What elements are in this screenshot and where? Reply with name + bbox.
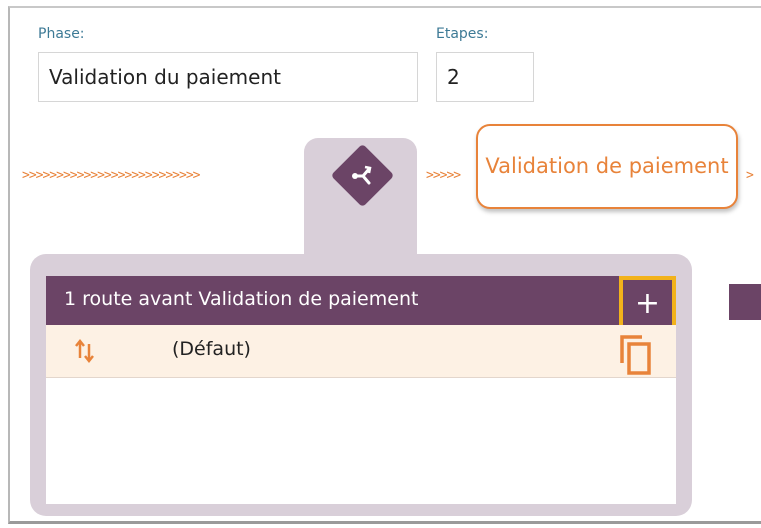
routes-panel-title: 1 route avant Validation de paiement <box>46 276 676 325</box>
flow-arrow-tail: > <box>746 168 754 183</box>
route-row-default[interactable] <box>46 325 676 378</box>
flow-arrows-right: >>>>> <box>426 168 461 183</box>
copy-icon[interactable] <box>618 333 654 381</box>
next-panel-header <box>729 284 761 320</box>
add-route-button[interactable]: + <box>619 276 676 331</box>
etapes-input[interactable]: 2 <box>436 52 534 102</box>
sort-arrows-icon[interactable] <box>73 336 97 368</box>
flow-arrows-left: >>>>>>>>>>>>>>>>>>>>>>>>>> <box>22 168 201 183</box>
route-default-label: (Défaut) <box>172 338 251 360</box>
phase-label: Phase: <box>38 26 85 42</box>
step-validation-paiement[interactable]: Validation de paiement <box>476 124 738 209</box>
etapes-label: Etapes: <box>436 26 489 42</box>
phase-input[interactable]: Validation du paiement <box>38 52 418 102</box>
branch-icon <box>340 153 385 198</box>
